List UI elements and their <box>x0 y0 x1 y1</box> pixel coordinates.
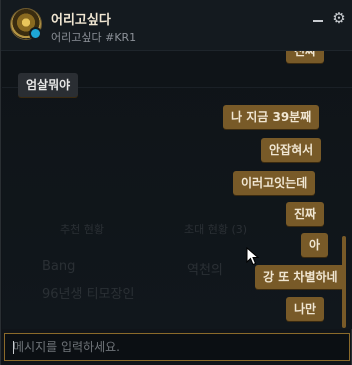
message-input-container[interactable] <box>4 333 350 361</box>
message-outgoing: 안잡혀서 <box>261 138 322 162</box>
minimize-button[interactable] <box>311 12 325 26</box>
mouse-pointer-icon <box>246 247 260 266</box>
online-status-icon <box>29 27 42 40</box>
invite-player-name: 역천의 <box>187 263 223 278</box>
chat-scrollbar[interactable] <box>342 236 346 328</box>
chat-header: 어리고싶다 어리고싶다 #KR1 ⚙ <box>1 0 352 51</box>
message-outgoing: 강 또 차별하네 <box>255 265 346 289</box>
minimize-icon <box>313 20 323 22</box>
settings-button[interactable]: ⚙ <box>331 10 347 26</box>
gear-icon: ⚙ <box>332 9 346 27</box>
message-outgoing: 나 지금 39분째 <box>223 105 320 129</box>
message-outgoing: 진짜 <box>286 202 325 226</box>
friend-riot-id: 어리고싶다 #KR1 <box>51 31 137 44</box>
chat-window: 어리고싶다 어리고싶다 #KR1 ⚙ 추천 현황 초대 현황 (3) Bang … <box>0 0 352 365</box>
message-outgoing: 이러고잇는데 <box>233 171 316 195</box>
text-caret <box>13 341 14 354</box>
recommend-status-label: 추천 현황 <box>60 223 104 236</box>
invite-status-label: 초대 현황 (3) <box>184 223 248 236</box>
message-input[interactable] <box>5 334 349 360</box>
message-outgoing: 아 <box>301 233 329 257</box>
message-incoming: 엄살뭐야 <box>18 73 79 97</box>
message-outgoing: 나만 <box>286 297 325 321</box>
player-name: Bang <box>42 259 76 274</box>
player-description: 96년생 티모장인 <box>42 287 135 302</box>
message-outgoing: 진짜 <box>286 51 325 63</box>
friend-name: 어리고싶다 <box>51 13 111 28</box>
message-list[interactable]: 추천 현황 초대 현황 (3) Bang 역천의 96년생 티모장인 진짜 엄살… <box>2 51 352 329</box>
friend-avatar[interactable] <box>11 9 42 40</box>
